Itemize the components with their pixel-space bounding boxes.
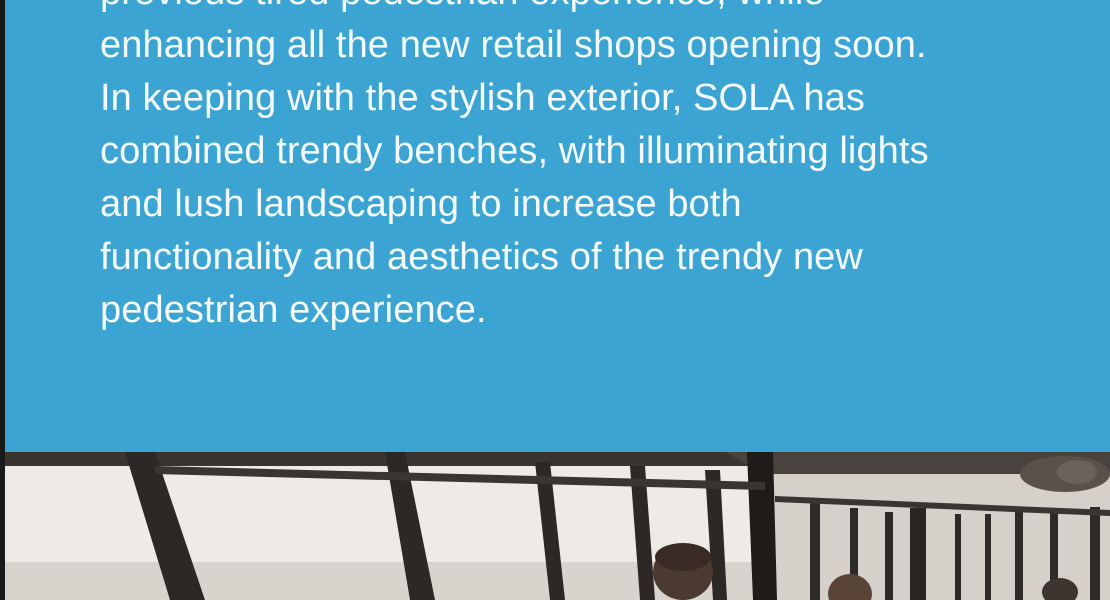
paragraph-line: and lush landscaping to increase both xyxy=(100,183,742,225)
paragraph-line: In keeping with the stylish exterior, SO… xyxy=(100,77,866,119)
paragraph-line: enhancing all the new retail shops openi… xyxy=(100,24,927,66)
text-panel: previous tired pedestrian experience, wh… xyxy=(5,0,1110,452)
document-page: previous tired pedestrian experience, wh… xyxy=(0,0,1110,600)
article-paragraph: previous tired pedestrian experience, wh… xyxy=(100,0,1080,337)
paragraph-line: pedestrian experience. xyxy=(100,289,487,331)
paragraph-line: combined trendy benches, with illuminati… xyxy=(100,130,929,172)
paragraph-line: previous tired pedestrian experience, wh… xyxy=(100,0,1080,19)
restaurant-photo-illustration xyxy=(5,452,1110,600)
restaurant-photo xyxy=(5,452,1110,600)
paragraph-line: functionality and aesthetics of the tren… xyxy=(100,236,863,278)
